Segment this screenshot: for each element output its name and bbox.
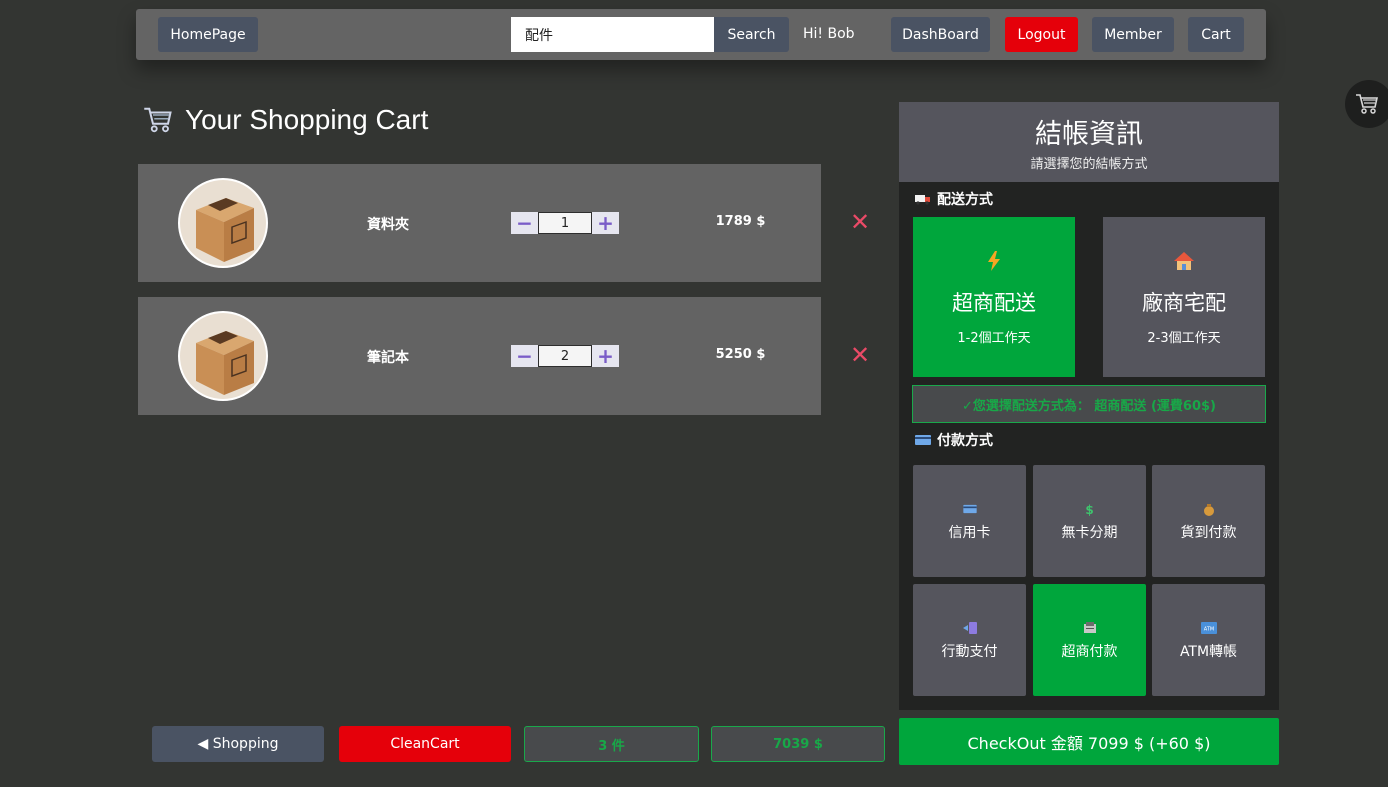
- checkout-button[interactable]: CheckOut 金額 7099 $ (+60 $): [899, 718, 1279, 765]
- dollar-icon: $: [1085, 503, 1094, 517]
- homepage-button[interactable]: HomePage: [158, 17, 258, 52]
- mobile-pay-icon: [913, 622, 1026, 637]
- page-title: Your Shopping Cart: [185, 104, 429, 135]
- shopping-cart-icon: [144, 107, 172, 133]
- continue-shopping-button[interactable]: ◀ Shopping: [152, 726, 324, 762]
- checkout-title: 結帳資訊: [1035, 119, 1143, 150]
- search-input[interactable]: [511, 17, 714, 52]
- increase-quantity-button[interactable]: +: [592, 212, 619, 234]
- payment-option-credit-card[interactable]: 信用卡: [913, 465, 1026, 577]
- item-count-badge: 3 件: [524, 726, 699, 762]
- store-register-icon: [1033, 622, 1146, 637]
- quantity-stepper: − +: [511, 212, 619, 234]
- payment-option-name: 無卡分期: [1061, 525, 1118, 541]
- navbar: HomePage Search Hi! Bob DashBoard Logout…: [136, 9, 1266, 60]
- product-image: [178, 178, 268, 268]
- item-name: 筆記本: [367, 350, 409, 366]
- payment-label-text: 付款方式: [937, 433, 993, 449]
- item-price: 1789 $: [715, 214, 766, 229]
- product-image: [178, 311, 268, 401]
- payment-option-name: 行動支付: [941, 644, 998, 660]
- checkout-subtitle: 請選擇您的結帳方式: [1030, 157, 1148, 172]
- money-bag-icon: [1152, 503, 1265, 519]
- payment-option-name: ATM轉帳: [1179, 644, 1238, 660]
- shipping-option-convenience-store[interactable]: 超商配送 1-2個工作天: [913, 217, 1075, 377]
- payment-option-installment[interactable]: $ 無卡分期: [1033, 465, 1146, 577]
- subtotal-badge: 7039 $: [711, 726, 885, 762]
- quantity-input[interactable]: [538, 212, 592, 234]
- quantity-stepper: − +: [511, 345, 619, 367]
- shipping-option-home-delivery[interactable]: 廠商宅配 2-3個工作天: [1103, 217, 1265, 377]
- checkout-header: 結帳資訊 請選擇您的結帳方式: [899, 102, 1279, 182]
- shipping-section-label: 配送方式: [915, 189, 993, 209]
- cart-header: Your Shopping Cart: [143, 104, 428, 136]
- house-icon: [1103, 251, 1265, 276]
- credit-card-icon: [913, 503, 1026, 517]
- decrease-quantity-button[interactable]: −: [511, 345, 538, 367]
- svg-text:ATM: ATM: [1203, 627, 1213, 633]
- shipping-label-text: 配送方式: [937, 192, 993, 208]
- item-name: 資料夾: [367, 217, 409, 233]
- payment-option-name: 貨到付款: [1180, 525, 1237, 541]
- remove-item-icon[interactable]: ✕: [850, 210, 870, 234]
- decrease-quantity-button[interactable]: −: [511, 212, 538, 234]
- shopping-cart-icon: [1356, 94, 1378, 114]
- cart-item-row: 資料夾 − + 1789 $ ✕: [138, 164, 870, 282]
- increase-quantity-button[interactable]: +: [592, 345, 619, 367]
- shipping-option-name: 超商配送: [952, 291, 1036, 315]
- logout-button[interactable]: Logout: [1005, 17, 1078, 52]
- user-greeting: Hi! Bob: [803, 26, 855, 42]
- quantity-input[interactable]: [538, 345, 592, 367]
- cart-item-row: 筆記本 − + 5250 $ ✕: [138, 297, 870, 415]
- remove-item-icon[interactable]: ✕: [850, 343, 870, 367]
- clean-cart-button[interactable]: CleanCart: [339, 726, 511, 762]
- lightning-icon: [913, 251, 1075, 276]
- shipping-option-days: 2-3個工作天: [1147, 331, 1221, 346]
- payment-option-name: 超商付款: [1061, 644, 1118, 660]
- payment-option-atm[interactable]: ATM ATM轉帳: [1152, 584, 1265, 696]
- item-price: 5250 $: [715, 347, 766, 362]
- atm-icon: ATM: [1152, 622, 1265, 637]
- shipping-option-days: 1-2個工作天: [957, 331, 1031, 346]
- payment-option-store-pay[interactable]: 超商付款: [1033, 584, 1146, 696]
- member-button[interactable]: Member: [1092, 17, 1174, 52]
- shipping-option-name: 廠商宅配: [1142, 291, 1226, 315]
- payment-option-cash-on-delivery[interactable]: 貨到付款: [1152, 465, 1265, 577]
- shipping-confirmation: ✓您選擇配送方式為： 超商配送 (運費60$): [912, 385, 1266, 423]
- payment-option-name: 信用卡: [948, 525, 991, 541]
- payment-section-label: 付款方式: [915, 430, 993, 450]
- search-button[interactable]: Search: [714, 17, 789, 52]
- dashboard-button[interactable]: DashBoard: [891, 17, 990, 52]
- truck-icon: [915, 195, 930, 205]
- payment-option-mobile-pay[interactable]: 行動支付: [913, 584, 1026, 696]
- floating-cart-button[interactable]: [1345, 80, 1388, 128]
- credit-card-icon: [915, 435, 931, 445]
- checkout-panel: 結帳資訊 請選擇您的結帳方式 配送方式 超商配送 1-2個工作天 廠商宅配 2-…: [899, 102, 1279, 710]
- cart-button[interactable]: Cart: [1188, 17, 1244, 52]
